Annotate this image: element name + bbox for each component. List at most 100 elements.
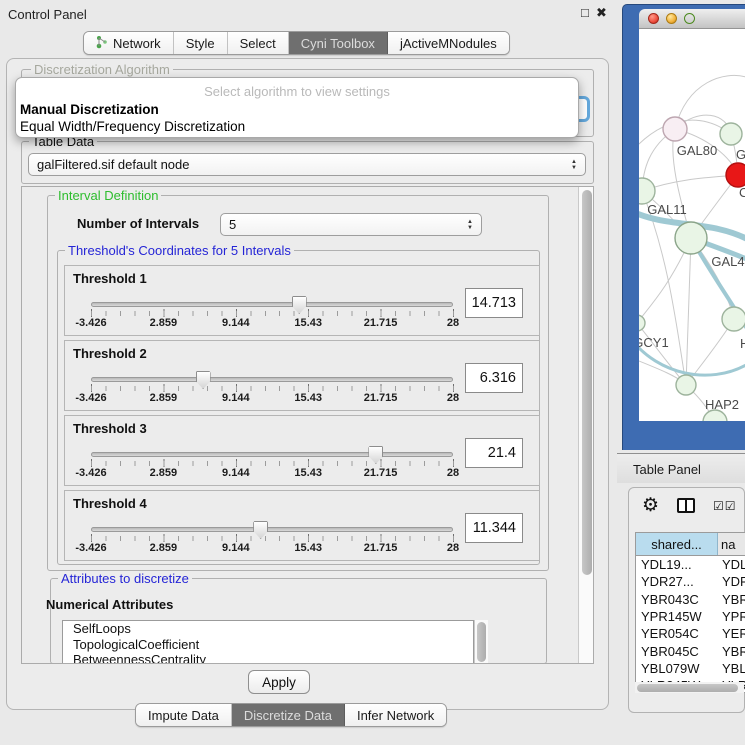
tab-cyni-toolbox[interactable]: Cyni Toolbox [289, 32, 388, 54]
stepper-arrows-icon: ▲▼ [467, 219, 473, 231]
bottom-tab-bar: Impute Data Discretize Data Infer Networ… [135, 703, 447, 727]
network-window-titlebar[interactable] [639, 9, 745, 29]
node-gcy1[interactable] [639, 315, 645, 331]
apply-button[interactable]: Apply [248, 670, 310, 694]
threshold-1-value-field[interactable]: 14.713 [465, 288, 523, 318]
discretization-algorithm-label: Discretization Algorithm [31, 62, 173, 77]
tab-network[interactable]: Network [84, 32, 174, 54]
tab-impute-data[interactable]: Impute Data [136, 704, 232, 726]
stepper-arrows-icon: ▲▼ [571, 159, 577, 171]
attributes-group-label: Attributes to discretize [58, 571, 192, 586]
table-row[interactable]: YBR045CYBR0 [636, 642, 745, 659]
threshold-1-slider[interactable] [91, 302, 453, 307]
table-row[interactable]: YPR145WYPR1 [636, 608, 745, 625]
node-label: GAL11 [647, 202, 687, 217]
node-label: C [739, 185, 745, 200]
node-gal4[interactable] [675, 222, 707, 254]
threshold-3-row: Threshold 3 -3.426 2.859 9.144 15.43 21.… [64, 415, 540, 486]
numerical-attributes-label: Numerical Attributes [46, 597, 173, 612]
thresholds-group-label: Threshold's Coordinates for 5 Intervals [65, 243, 294, 258]
node-selected-red[interactable] [726, 163, 745, 187]
table-panel-title: Table Panel [633, 462, 701, 477]
table-header-row: shared... na [636, 533, 745, 556]
table-row[interactable]: YDL19...YDL1 [636, 556, 745, 573]
threshold-3-value-field[interactable]: 21.4 [465, 438, 523, 468]
network-view-window: GAL80 GA C GAL11 GAL4 GCY1 H HAP2 [622, 4, 745, 450]
tab-infer-network[interactable]: Infer Network [345, 704, 446, 726]
network-canvas[interactable]: GAL80 GA C GAL11 GAL4 GCY1 H HAP2 [639, 29, 745, 421]
vertical-scrollbar-thumb[interactable] [582, 190, 592, 575]
numerical-attributes-list: SelfLoops TopologicalCoefficient Between… [62, 620, 474, 664]
threshold-4-label: Threshold 4 [73, 496, 147, 511]
table-row[interactable]: YER054CYER0 [636, 625, 745, 642]
number-of-intervals-label: Number of Intervals [77, 216, 199, 231]
horizontal-scrollbar[interactable] [635, 682, 744, 693]
table-row[interactable]: YBL079WYBL0 [636, 660, 745, 677]
minor-ticks [91, 461, 454, 466]
minimize-traffic-light-icon[interactable] [666, 13, 677, 24]
node-label: GCY1 [639, 335, 669, 350]
attributes-list-scrollbar-thumb[interactable] [477, 622, 486, 662]
threshold-3-slider[interactable] [91, 452, 453, 457]
table-row[interactable]: YBR043CYBR0 [636, 591, 745, 608]
algorithm-placeholder: Select algorithm to view settings [16, 84, 578, 99]
node-label: GA [736, 147, 745, 162]
threshold-4-row: Threshold 4 -3.426 2.859 9.144 15.43 21.… [64, 490, 540, 561]
panel-title: Control Panel [8, 7, 87, 22]
tab-select[interactable]: Select [228, 32, 289, 54]
threshold-3-label: Threshold 3 [73, 421, 147, 436]
column-header-name[interactable]: na [718, 533, 745, 555]
vertical-scrollbar[interactable] [578, 187, 594, 664]
node[interactable] [720, 123, 742, 145]
threshold-4-value-field[interactable]: 11.344 [465, 513, 523, 543]
node-label: H [740, 336, 745, 351]
close-traffic-light-icon[interactable] [648, 13, 659, 24]
interval-definition-label: Interval Definition [55, 188, 161, 203]
horizontal-scrollbar-thumb[interactable] [637, 684, 738, 692]
threshold-4-slider[interactable] [91, 527, 453, 532]
network-graph: GAL80 GA C GAL11 GAL4 GCY1 H HAP2 [639, 29, 745, 421]
checkbox-pair-icon[interactable]: ☑☑ [713, 499, 737, 513]
node-label: GAL80 [677, 143, 717, 158]
cyni-toolbox-panel: Discretization Algorithm Select algorith… [6, 58, 609, 710]
minor-ticks [91, 386, 454, 391]
table-panel-window: ⚙ ☑☑ shared... na YDL19...YDL1 YDR27...Y… [628, 487, 745, 713]
close-icon[interactable]: ✖ [596, 5, 607, 21]
list-item[interactable]: BetweennessCentrality [63, 652, 473, 664]
node-gal80[interactable] [663, 117, 687, 141]
threshold-2-row: Threshold 2 -3.426 2.859 9.144 15.43 21.… [64, 340, 540, 411]
tab-jactivemnodules[interactable]: jActiveMNodules [388, 32, 509, 54]
threshold-2-label: Threshold 2 [73, 346, 147, 361]
node-table: shared... na YDL19...YDL1 YDR27...YDR2 Y… [635, 532, 745, 693]
column-layout-icon[interactable] [677, 498, 695, 513]
algorithm-dropdown-popup: Select algorithm to view settings Manual… [15, 77, 579, 138]
node[interactable] [722, 307, 745, 331]
column-header-shared-name[interactable]: shared... [636, 533, 718, 555]
tab-style[interactable]: Style [174, 32, 228, 54]
option-manual-discretization[interactable]: Manual Discretization [19, 102, 575, 118]
tab-discretize-data[interactable]: Discretize Data [232, 704, 345, 726]
settings-scrollpane: Interval Definition Number of Intervals … [21, 186, 594, 664]
threshold-2-slider[interactable] [91, 377, 453, 382]
gear-icon[interactable]: ⚙ [642, 494, 659, 517]
node-label: GAL4 [711, 254, 744, 269]
top-tab-bar: Network Style Select Cyni Toolbox jActiv… [83, 31, 510, 55]
table-row[interactable]: YDR27...YDR2 [636, 573, 745, 590]
table-panel-titlebar: Table Panel [617, 453, 745, 483]
number-of-intervals-combobox[interactable]: 5 ▲▼ [220, 213, 482, 236]
minor-ticks [91, 536, 454, 541]
threshold-2-value-field[interactable]: 6.316 [465, 363, 523, 393]
list-item[interactable]: TopologicalCoefficient [63, 637, 473, 653]
network-icon [96, 35, 108, 52]
list-item[interactable]: SelfLoops [63, 621, 473, 637]
node-hap2[interactable] [676, 375, 696, 395]
minor-ticks [91, 311, 454, 316]
float-window-icon[interactable]: □ [581, 5, 589, 20]
screen: Control Panel □ ✖ Network Style Select C… [0, 0, 745, 745]
threshold-1-row: Threshold 1 -3.426 2.859 9.144 15.43 21.… [64, 265, 540, 336]
table-data-combobox[interactable]: galFiltered.sif default node ▲▼ [28, 153, 586, 176]
attributes-list-scrollbar[interactable] [474, 620, 488, 664]
zoom-traffic-light-icon[interactable] [684, 13, 695, 24]
option-equal-width-frequency[interactable]: Equal Width/Frequency Discretization [19, 119, 575, 135]
node-label: HAP2 [705, 397, 739, 412]
